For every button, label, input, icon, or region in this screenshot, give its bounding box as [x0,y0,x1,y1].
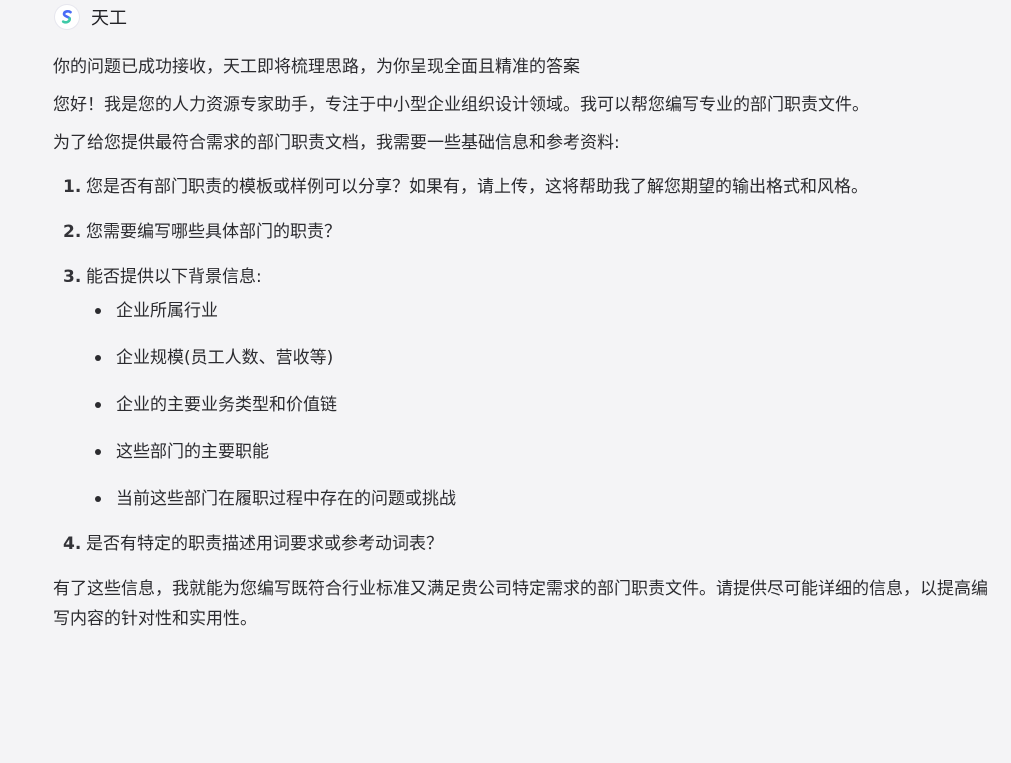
question-number: 2. [63,222,82,242]
question-item: 3. 能否提供以下背景信息: 企业所属行业 企业规模(员工人数、营收等) 企业的… [53,262,988,514]
list-item-text: 当前这些部门在履职过程中存在的问题或挑战 [116,489,456,509]
lead-paragraph: 为了给您提供最符合需求的部门职责文档，我需要一些基础信息和参考资料: [53,133,620,153]
list-item: 企业规模(员工人数、营收等) [86,343,988,373]
question-item: 1. 您是否有部门职责的模板或样例可以分享？如果有，请上传，这将帮助我了解您期望… [53,172,988,202]
assistant-name: 天工 [91,8,127,29]
list-item-text: 企业所属行业 [116,301,218,321]
bullet-icon [95,496,101,502]
closing-paragraph: 有了这些信息，我就能为您编写既符合行业标准又满足贵公司特定需求的部门职责文件。请… [53,579,988,629]
list-item-text: 这些部门的主要职能 [116,442,269,462]
list-item: 当前这些部门在履职过程中存在的问题或挑战 [86,484,988,514]
bullet-icon [95,449,101,455]
question-text: 您需要编写哪些具体部门的职责？ [86,222,341,242]
status-text: 你的问题已成功接收，天工即将梳理思路，为你呈现全面且精准的答案 [53,57,580,77]
question-text: 您是否有部门职责的模板或样例可以分享？如果有，请上传，这将帮助我了解您期望的输出… [86,177,868,197]
list-item-text: 企业的主要业务类型和价值链 [116,395,337,415]
bullet-icon [95,402,101,408]
question-item: 4. 是否有特定的职责描述用词要求或参考动词表？ [53,529,988,559]
assistant-header: 天工 [55,4,127,30]
question-text: 能否提供以下背景信息: [86,267,262,287]
bullet-icon [95,355,101,361]
list-item-text: 企业规模(员工人数、营收等) [116,348,334,368]
question-list: 1. 您是否有部门职责的模板或样例可以分享？如果有，请上传，这将帮助我了解您期望… [53,172,988,559]
question-item: 2. 您需要编写哪些具体部门的职责？ [53,217,988,247]
intro-paragraph: 您好！我是您的人力资源专家助手，专注于中小型企业组织设计领域。我可以帮您编写专业… [53,95,869,115]
message-body: 你的问题已成功接收，天工即将梳理思路，为你呈现全面且精准的答案 您好！我是您的人… [53,52,988,634]
question-text: 是否有特定的职责描述用词要求或参考动词表？ [86,534,443,554]
question-number: 4. [63,534,82,554]
list-item: 企业所属行业 [86,296,988,326]
list-item: 这些部门的主要职能 [86,437,988,467]
background-info-list: 企业所属行业 企业规模(员工人数、营收等) 企业的主要业务类型和价值链 这些部门… [86,296,988,514]
list-item: 企业的主要业务类型和价值链 [86,390,988,420]
tiangong-logo-icon [55,5,79,29]
question-number: 3. [63,267,82,287]
bullet-icon [95,308,101,314]
question-number: 1. [63,177,82,197]
